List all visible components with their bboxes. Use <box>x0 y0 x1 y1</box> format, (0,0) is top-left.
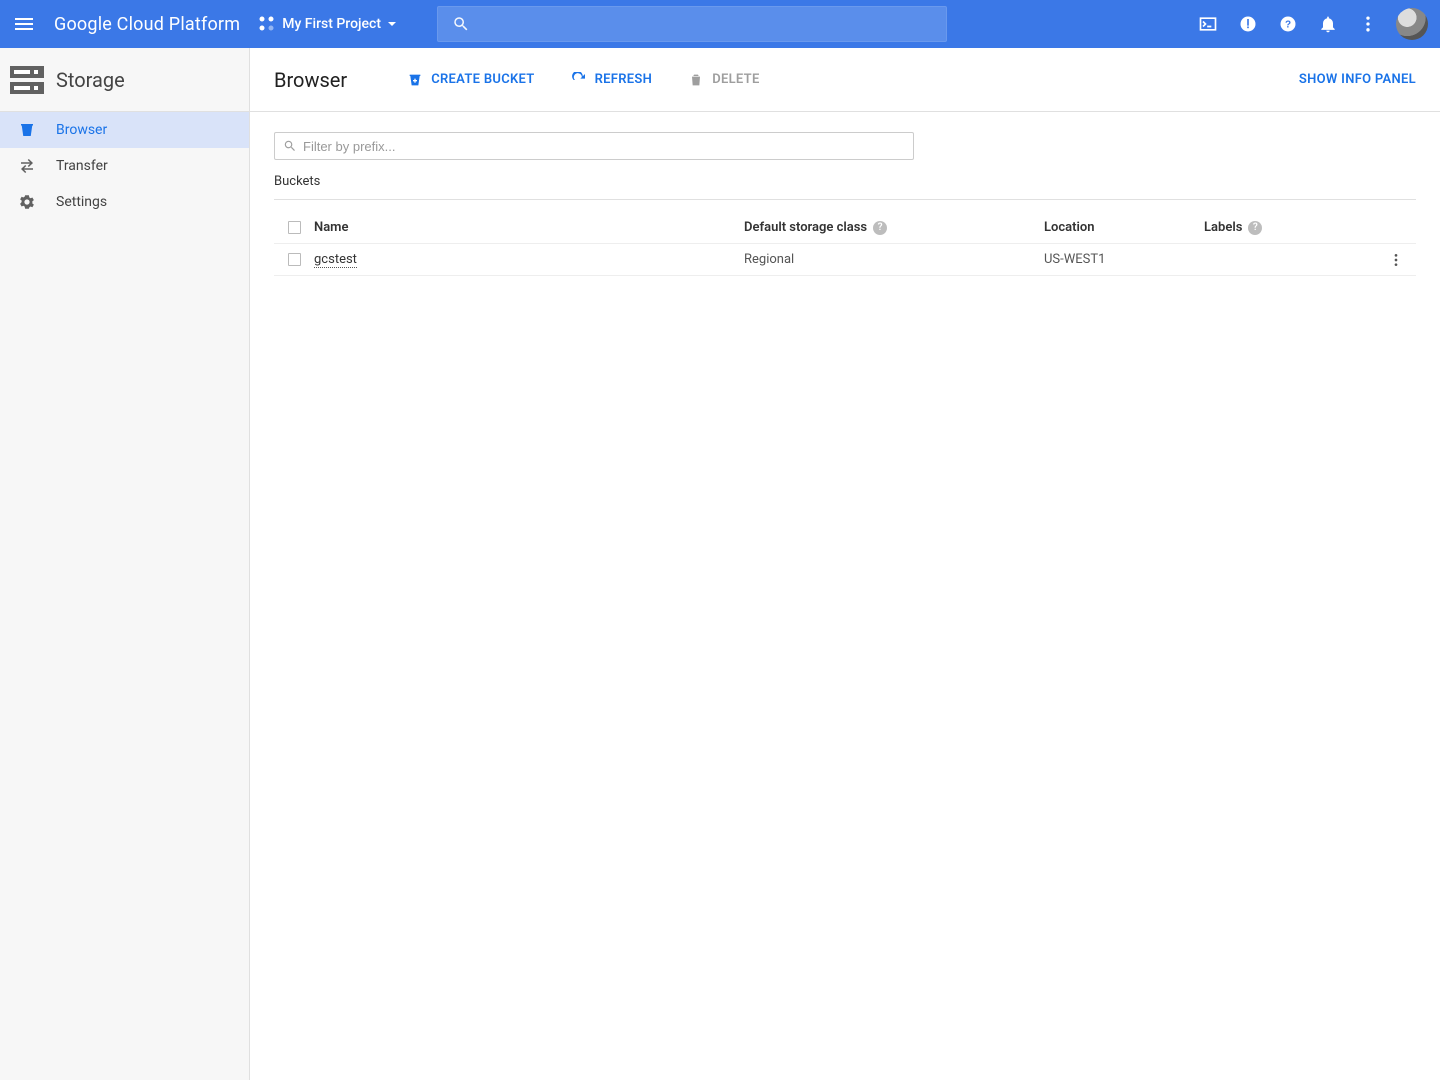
bucket-link[interactable]: gcstest <box>314 252 357 268</box>
product-name: Google Cloud Platform <box>54 14 240 35</box>
transfer-icon <box>18 157 36 175</box>
project-name: My First Project <box>282 16 381 32</box>
search-icon <box>283 139 297 153</box>
row-menu-button[interactable] <box>1376 252 1416 268</box>
delete-button: DELETE <box>688 72 759 88</box>
filter-box[interactable] <box>274 132 914 160</box>
row-checkbox[interactable] <box>288 253 301 266</box>
select-all-checkbox[interactable] <box>288 221 301 234</box>
create-bucket-label: CREATE BUCKET <box>431 72 534 87</box>
bucket-icon <box>18 121 36 139</box>
delete-label: DELETE <box>712 72 759 87</box>
trash-icon <box>688 72 704 88</box>
more-vert-icon <box>1358 14 1378 34</box>
refresh-label: REFRESH <box>595 72 653 87</box>
help-icon[interactable]: ? <box>1248 221 1262 235</box>
storage-icon <box>10 66 44 94</box>
help-button[interactable]: ? <box>1276 12 1300 36</box>
alert-icon <box>1238 14 1258 34</box>
chevron-down-icon <box>387 19 397 29</box>
action-bar: Browser CREATE BUCKET REFRESH DELETE SHO… <box>250 48 1440 112</box>
more-vert-icon <box>1388 252 1404 268</box>
project-icon <box>258 15 276 33</box>
content: Buckets Name Default storage class ? Loc… <box>250 112 1440 296</box>
gear-icon <box>18 193 36 211</box>
main: Browser CREATE BUCKET REFRESH DELETE SHO… <box>250 48 1440 1080</box>
create-bucket-button[interactable]: CREATE BUCKET <box>407 72 534 88</box>
sidebar-item-label: Browser <box>56 122 107 138</box>
sidebar-item-settings[interactable]: Settings <box>0 184 249 220</box>
col-location[interactable]: Location <box>1044 220 1204 235</box>
cloud-shell-button[interactable] <box>1196 12 1220 36</box>
product-logo[interactable]: Google Cloud Platform <box>54 14 240 35</box>
search-icon <box>452 15 470 33</box>
sidebar: Storage Browser Transfer Settings <box>0 48 250 1080</box>
filter-input[interactable] <box>303 139 913 154</box>
create-bucket-icon <box>407 72 423 88</box>
bucket-class: Regional <box>744 252 794 267</box>
bell-icon <box>1318 14 1338 34</box>
search-input[interactable] <box>480 16 946 32</box>
menu-icon <box>12 12 36 36</box>
show-info-panel-button[interactable]: SHOW INFO PANEL <box>1299 72 1416 87</box>
section-label: Buckets <box>274 174 1416 200</box>
col-class-label: Default storage class <box>744 220 867 235</box>
table-row: gcstest Regional US-WEST1 <box>274 244 1416 276</box>
alerts-button[interactable] <box>1236 12 1260 36</box>
table-header: Name Default storage class ? Location La… <box>274 212 1416 244</box>
sidebar-item-label: Transfer <box>56 158 108 174</box>
sidebar-title: Storage <box>0 48 249 112</box>
more-button[interactable] <box>1356 12 1380 36</box>
bucket-location: US-WEST1 <box>1044 252 1105 267</box>
col-name[interactable]: Name <box>314 220 744 235</box>
sidebar-item-label: Settings <box>56 194 107 210</box>
svg-text:?: ? <box>1285 19 1291 30</box>
cloud-shell-icon <box>1198 14 1218 34</box>
notifications-button[interactable] <box>1316 12 1340 36</box>
search-box[interactable] <box>437 6 947 42</box>
refresh-icon <box>571 72 587 88</box>
buckets-table: Name Default storage class ? Location La… <box>274 212 1416 276</box>
account-avatar[interactable] <box>1396 8 1428 40</box>
project-picker[interactable]: My First Project <box>258 15 397 33</box>
sidebar-title-label: Storage <box>56 68 125 92</box>
col-labels-label: Labels <box>1204 220 1242 235</box>
sidebar-item-browser[interactable]: Browser <box>0 112 249 148</box>
sidebar-item-transfer[interactable]: Transfer <box>0 148 249 184</box>
info-panel-label: SHOW INFO PANEL <box>1299 72 1416 87</box>
help-icon: ? <box>1278 14 1298 34</box>
col-class[interactable]: Default storage class ? <box>744 220 1044 235</box>
topbar: Google Cloud Platform My First Project ? <box>0 0 1440 48</box>
col-labels[interactable]: Labels ? <box>1204 220 1376 235</box>
refresh-button[interactable]: REFRESH <box>571 72 653 88</box>
page-title: Browser <box>274 68 347 92</box>
hamburger-menu-button[interactable] <box>12 12 36 36</box>
help-icon[interactable]: ? <box>873 221 887 235</box>
